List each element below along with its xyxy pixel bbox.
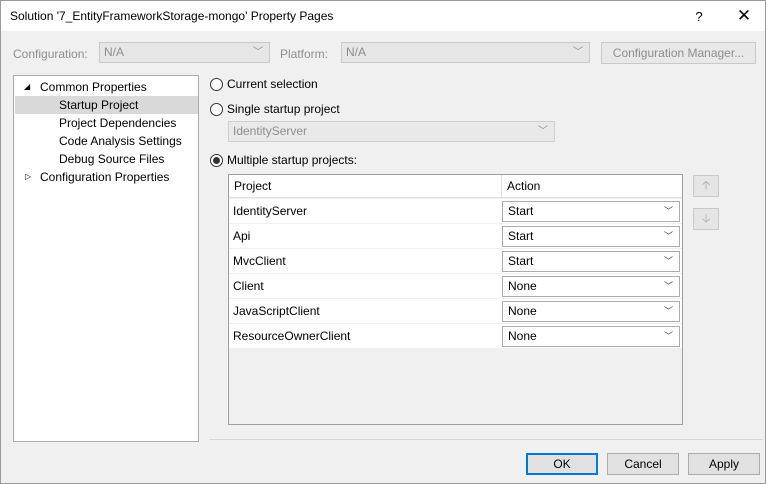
configuration-manager-button[interactable]: Configuration Manager... (601, 42, 756, 64)
tree-item-label: Startup Project (59, 98, 139, 112)
chevron-down-icon: ﹀ (663, 281, 673, 291)
multiple-startup-radio[interactable] (210, 153, 223, 167)
divider (210, 439, 763, 440)
chevron-down-icon: ﹀ (573, 47, 583, 58)
property-pages-dialog: Solution '7_EntityFrameworkStorage-mongo… (0, 0, 766, 484)
tree-item-label: Configuration Properties (40, 170, 170, 184)
current-selection-label: Current selection (227, 77, 318, 91)
multiple-startup-label: Multiple startup projects: (227, 153, 358, 167)
single-startup-label: Single startup project (227, 102, 340, 116)
platform-select[interactable]: N/A ﹀ (341, 42, 590, 63)
table-row[interactable]: Client None ﹀ (229, 274, 682, 299)
triangle-down-icon[interactable]: ◢ (24, 78, 30, 96)
move-down-button[interactable]: 🡣 (693, 208, 719, 230)
multiple-startup-option[interactable]: Multiple startup projects: (210, 151, 357, 169)
tree-item-label: Debug Source Files (59, 152, 165, 166)
tree-item-code-analysis-settings[interactable]: Code Analysis Settings (15, 132, 198, 150)
current-selection-option[interactable]: Current selection (210, 75, 318, 93)
tree-item-project-dependencies[interactable]: Project Dependencies (15, 114, 198, 132)
project-name: MvcClient (233, 254, 286, 268)
title-bar: Solution '7_EntityFrameworkStorage-mongo… (1, 1, 765, 31)
table-row[interactable]: Api Start ﹀ (229, 224, 682, 249)
single-startup-select[interactable]: IdentityServer ﹀ (228, 121, 555, 142)
action-select[interactable]: Start ﹀ (502, 251, 680, 272)
single-startup-value: IdentityServer (233, 124, 308, 138)
action-select[interactable]: Start ﹀ (502, 226, 680, 247)
action-value: Start (508, 229, 534, 243)
current-selection-radio[interactable] (210, 77, 223, 91)
action-value: None (508, 329, 537, 343)
help-button[interactable]: ? (678, 1, 720, 31)
chevron-down-icon: ﹀ (663, 331, 673, 341)
table-row[interactable]: MvcClient Start ﹀ (229, 249, 682, 274)
action-value: Start (508, 204, 534, 218)
configuration-value: N/A (104, 45, 125, 59)
single-startup-radio[interactable] (210, 102, 223, 116)
apply-button[interactable]: Apply (688, 453, 760, 475)
project-name: Api (233, 229, 251, 243)
chevron-down-icon: ﹀ (663, 231, 673, 241)
tree-item-configuration-properties[interactable]: ▷ Configuration Properties (15, 168, 198, 186)
triangle-right-icon[interactable]: ▷ (25, 168, 31, 186)
tree-item-debug-source-files[interactable]: Debug Source Files (15, 150, 198, 168)
arrow-up-icon: 🡡 (701, 177, 711, 192)
chevron-down-icon: ﹀ (663, 256, 673, 266)
chevron-down-icon: ﹀ (663, 306, 673, 316)
table-row[interactable]: ResourceOwnerClient None ﹀ (229, 324, 682, 349)
project-name: ResourceOwnerClient (233, 329, 351, 343)
grid-header: Project Action (229, 175, 682, 198)
single-startup-option[interactable]: Single startup project (210, 100, 340, 118)
action-select[interactable]: Start ﹀ (502, 201, 680, 222)
close-button[interactable]: ✕ (723, 1, 765, 31)
arrow-down-icon: 🡣 (701, 210, 711, 225)
tree-item-label: Code Analysis Settings (59, 134, 182, 148)
column-header-project[interactable]: Project (229, 175, 271, 198)
action-value: None (508, 304, 537, 318)
chevron-down-icon: ﹀ (253, 47, 263, 58)
startup-projects-grid: Project Action IdentityServer Start ﹀ Ap… (228, 174, 683, 425)
chevron-down-icon: ﹀ (538, 126, 548, 137)
property-tree: ◢ Common Properties Startup Project Proj… (13, 75, 199, 442)
tree-item-label: Project Dependencies (59, 116, 177, 130)
table-row[interactable]: IdentityServer Start ﹀ (229, 199, 682, 224)
table-row[interactable]: JavaScriptClient None ﹀ (229, 299, 682, 324)
action-select[interactable]: None ﹀ (502, 301, 680, 322)
tree-item-common-properties[interactable]: ◢ Common Properties (15, 78, 198, 96)
project-name: IdentityServer (233, 204, 308, 218)
window-title: Solution '7_EntityFrameworkStorage-mongo… (10, 9, 334, 23)
action-value: Start (508, 254, 534, 268)
action-select[interactable]: None ﹀ (502, 326, 680, 347)
chevron-down-icon: ﹀ (663, 206, 673, 216)
project-name: Client (233, 279, 264, 293)
project-name: JavaScriptClient (233, 304, 320, 318)
ok-button[interactable]: OK (526, 453, 598, 475)
configuration-label: Configuration: (13, 47, 88, 61)
platform-label: Platform: (280, 47, 329, 61)
platform-value: N/A (346, 45, 367, 59)
action-select[interactable]: None ﹀ (502, 276, 680, 297)
cancel-button[interactable]: Cancel (607, 453, 679, 475)
action-value: None (508, 279, 537, 293)
move-up-button[interactable]: 🡡 (693, 175, 719, 197)
tree-item-startup-project[interactable]: Startup Project (15, 96, 198, 114)
tree-item-label: Common Properties (40, 80, 147, 94)
column-header-action[interactable]: Action (502, 175, 540, 198)
configuration-select[interactable]: N/A ﹀ (99, 42, 270, 63)
